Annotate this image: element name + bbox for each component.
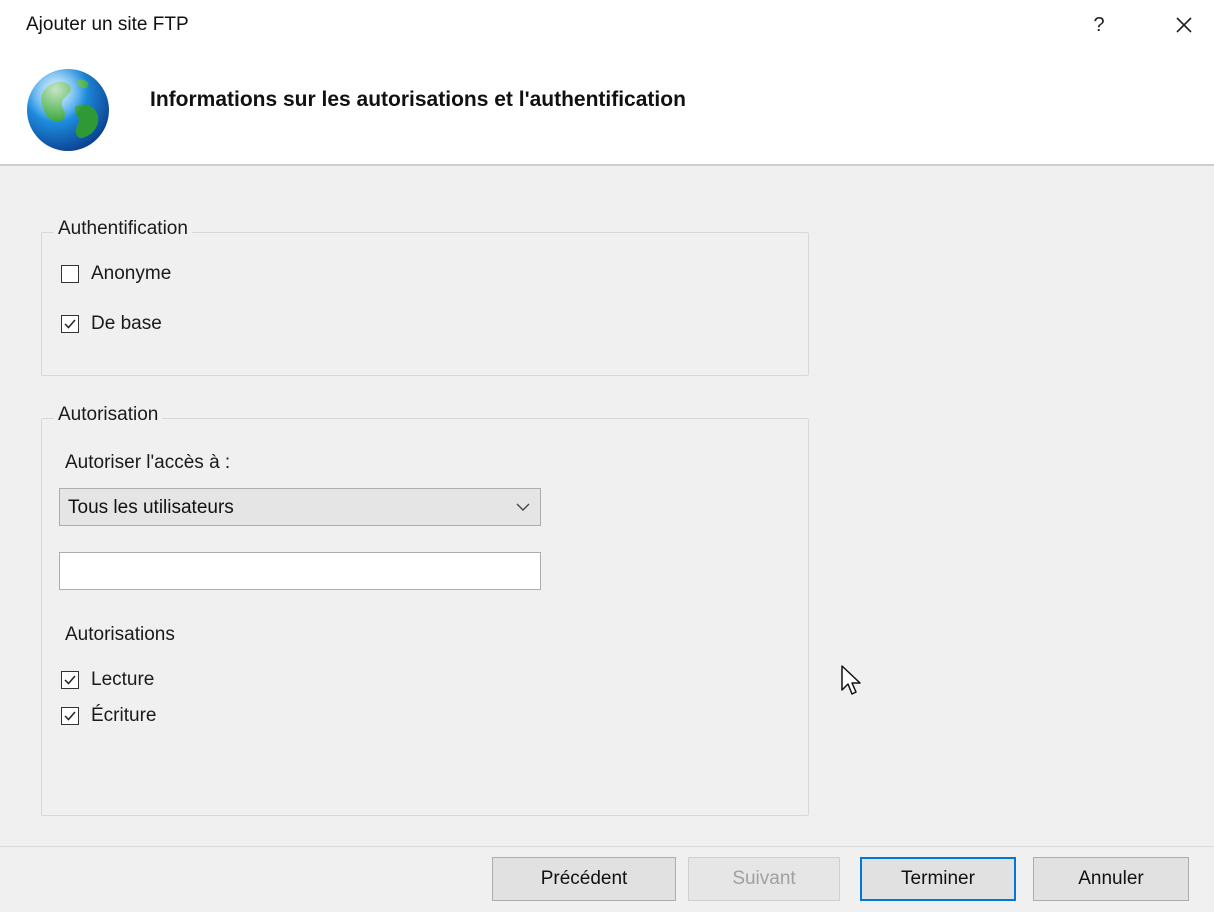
permissions-label: Autorisations [65, 624, 175, 645]
read-checkbox[interactable] [61, 671, 79, 689]
wizard-body: Authentification Anonyme De base Autoris… [0, 166, 1214, 846]
basic-checkbox[interactable] [61, 315, 79, 333]
add-ftp-site-dialog: Ajouter un site FTP ? Informations sur l… [0, 0, 1214, 912]
page-title: Informations sur les autorisations et l'… [150, 88, 686, 111]
authorization-legend: Autorisation [54, 404, 163, 426]
cancel-button[interactable]: Annuler [1033, 857, 1189, 901]
title-bar: Ajouter un site FTP ? [0, 0, 1214, 52]
next-button[interactable]: Suivant [688, 857, 840, 901]
wizard-footer: Précédent Suivant Terminer Annuler [0, 847, 1214, 912]
mouse-cursor-icon [841, 665, 861, 695]
wizard-header: Informations sur les autorisations et l'… [0, 52, 1214, 164]
chevron-down-icon [516, 503, 530, 511]
window-title: Ajouter un site FTP [26, 14, 189, 35]
anonymous-checkbox-row[interactable]: Anonyme [61, 261, 171, 287]
finish-button[interactable]: Terminer [860, 857, 1016, 901]
checkmark-icon [64, 319, 76, 329]
write-checkbox[interactable] [61, 707, 79, 725]
previous-button[interactable]: Précédent [492, 857, 676, 901]
read-checkbox-row[interactable]: Lecture [61, 667, 154, 693]
close-button[interactable] [1166, 8, 1202, 42]
access-label: Autoriser l'accès à : [65, 452, 231, 473]
write-checkbox-row[interactable]: Écriture [61, 703, 156, 729]
access-select[interactable]: Tous les utilisateurs [59, 488, 541, 526]
authentication-legend: Authentification [54, 218, 192, 240]
access-select-value: Tous les utilisateurs [68, 497, 234, 518]
checkmark-icon [64, 675, 76, 685]
close-icon [1176, 17, 1192, 33]
basic-checkbox-row[interactable]: De base [61, 311, 162, 337]
authentication-group [41, 232, 809, 376]
write-label: Écriture [91, 705, 157, 726]
help-button[interactable]: ? [1082, 8, 1116, 42]
read-label: Lecture [91, 669, 155, 690]
basic-label: De base [91, 313, 162, 334]
globe-icon [27, 69, 109, 151]
anonymous-checkbox[interactable] [61, 265, 79, 283]
anonymous-label: Anonyme [91, 263, 172, 284]
authorization-group [41, 418, 809, 816]
checkmark-icon [64, 711, 76, 721]
user-input[interactable] [59, 552, 541, 590]
